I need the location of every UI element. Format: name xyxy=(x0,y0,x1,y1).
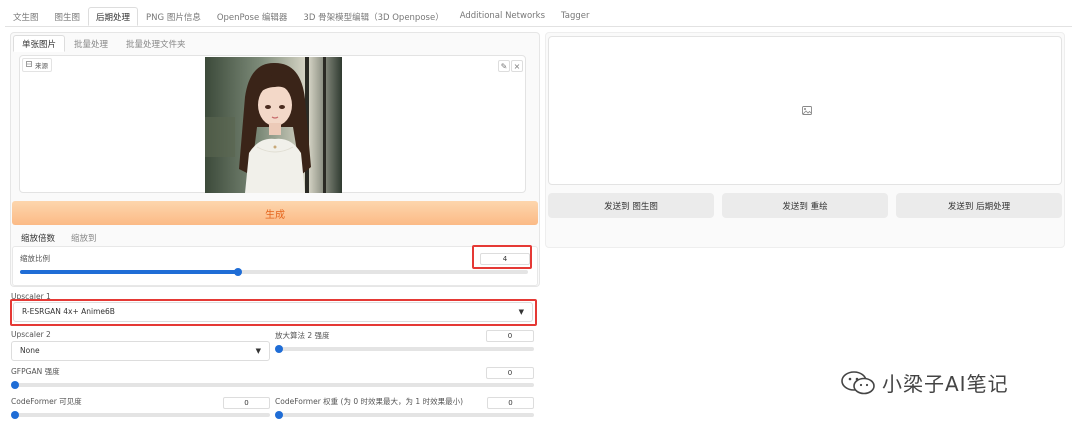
input-mode-tabs: 单张图片 批量处理 批量处理文件夹 xyxy=(13,35,195,52)
image-icon xyxy=(802,106,812,115)
upscaler2-value: None xyxy=(20,346,40,355)
portrait-image xyxy=(205,57,342,193)
output-image-box xyxy=(548,36,1062,185)
codeformer-visibility-thumb[interactable] xyxy=(11,411,19,419)
send-to-inpaint-button[interactable]: 发送到 重绘 xyxy=(722,193,888,218)
tab-txt2img[interactable]: 文生图 xyxy=(5,7,47,26)
upscaler2-strength-label: 放大算法 2 强度 xyxy=(275,331,330,340)
codeformer-weight-label: CodeFormer 权重 (为 0 时效果最大，为 1 时效果最小) xyxy=(275,397,463,406)
tab-3d-openpose[interactable]: 3D 骨架模型编辑（3D Openpose） xyxy=(295,7,451,26)
codeformer-visibility-input[interactable]: 0 xyxy=(223,397,270,409)
chevron-down-icon: ▼ xyxy=(255,347,261,355)
upscaler2-select[interactable]: None ▼ xyxy=(11,341,270,361)
gfpgan-thumb[interactable] xyxy=(11,381,19,389)
output-panel: 发送到 图生图 发送到 重绘 发送到 后期处理 xyxy=(545,32,1065,248)
codeformer-visibility-slider[interactable] xyxy=(11,411,270,419)
scale-label: 缩放比例 xyxy=(20,254,50,263)
codeformer-weight-thumb[interactable] xyxy=(275,411,283,419)
tab-single-image[interactable]: 单张图片 xyxy=(13,35,66,52)
upscaler1-highlight xyxy=(10,299,537,326)
source-image-box[interactable]: 来源 ✎ × xyxy=(19,55,526,193)
edit-icon[interactable]: ✎ xyxy=(498,60,510,72)
tab-png-info[interactable]: PNG 图片信息 xyxy=(138,7,209,26)
upscaler2-strength-slider[interactable] xyxy=(275,345,534,353)
watermark-text: 小梁子AI笔记 xyxy=(882,372,1009,396)
scale-slider-thumb[interactable] xyxy=(234,268,243,276)
upscaler2-strength-input[interactable]: 0 xyxy=(486,330,534,342)
upscaler2-strength-thumb[interactable] xyxy=(275,345,283,353)
image-small-icon xyxy=(26,61,32,69)
send-to-extras-button[interactable]: 发送到 后期处理 xyxy=(896,193,1062,218)
input-panel: 单张图片 批量处理 批量处理文件夹 来源 ✎ × 生成 缩放倍数 缩放到 缩放比… xyxy=(10,32,540,287)
tab-additional-networks[interactable]: Additional Networks xyxy=(452,7,553,26)
codeformer-visibility-label: CodeFormer 可见度 xyxy=(11,397,82,406)
codeformer-weight-input[interactable]: 0 xyxy=(487,397,534,409)
source-label: 来源 xyxy=(22,58,52,72)
tab-img2img[interactable]: 图生图 xyxy=(47,7,89,26)
scale-slider[interactable] xyxy=(20,268,528,276)
tabs-divider xyxy=(5,26,1072,27)
tab-batch-process[interactable]: 批量处理 xyxy=(65,35,117,52)
gfpgan-slider[interactable] xyxy=(11,381,534,389)
codeformer-weight-slider[interactable] xyxy=(275,411,534,419)
generate-button[interactable]: 生成 xyxy=(12,201,538,225)
tab-tagger[interactable]: Tagger xyxy=(553,7,598,26)
gfpgan-input[interactable]: 0 xyxy=(486,367,534,379)
wechat-icon xyxy=(841,370,875,394)
scale-settings: 缩放比例 4 xyxy=(12,246,538,286)
tab-batch-folder[interactable]: 批量处理文件夹 xyxy=(117,35,195,52)
scale-slider-fill xyxy=(20,270,239,274)
tab-extras[interactable]: 后期处理 xyxy=(88,7,139,26)
tab-openpose-editor[interactable]: OpenPose 编辑器 xyxy=(209,7,296,26)
main-tabs: 文生图 图生图 后期处理 PNG 图片信息 OpenPose 编辑器 3D 骨架… xyxy=(5,7,598,27)
send-to-img2img-button[interactable]: 发送到 图生图 xyxy=(548,193,714,218)
close-icon[interactable]: × xyxy=(511,60,523,72)
upscaler2-label: Upscaler 2 xyxy=(11,330,51,339)
scale-highlight xyxy=(472,245,532,269)
gfpgan-label: GFPGAN 强度 xyxy=(11,367,60,376)
source-label-text: 来源 xyxy=(35,62,48,70)
watermark: 小梁子AI笔记 xyxy=(840,368,1009,397)
